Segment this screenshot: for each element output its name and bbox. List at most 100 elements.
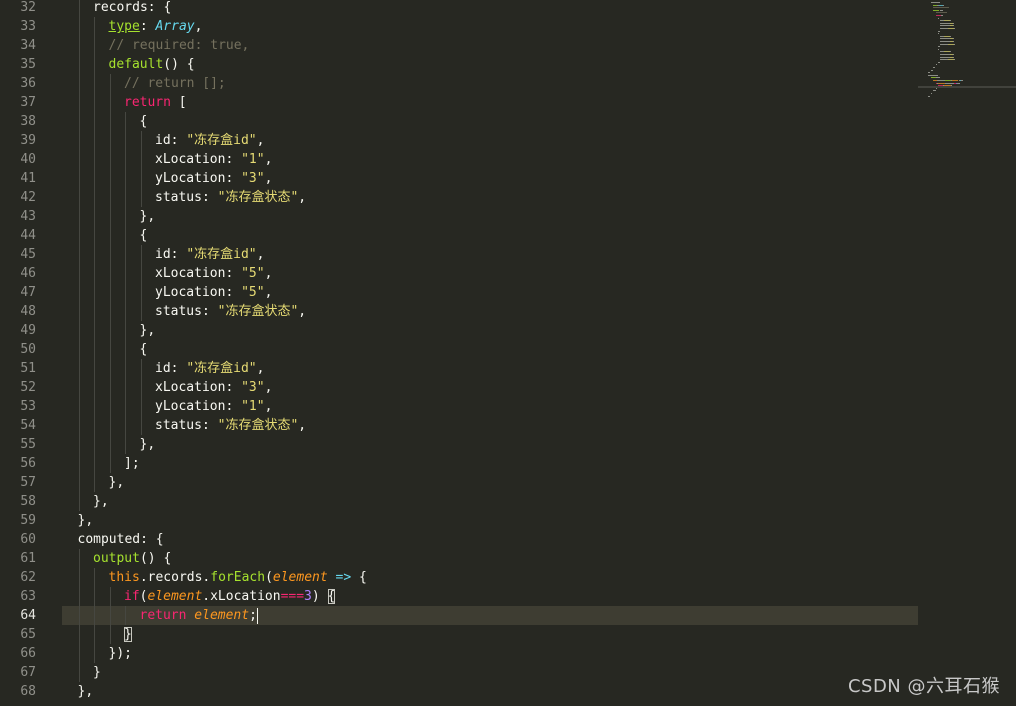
indent-guide xyxy=(125,397,126,416)
code-line[interactable]: yLocation: "5", xyxy=(62,283,918,302)
code-line[interactable]: { xyxy=(62,112,918,131)
indent-guide xyxy=(125,245,126,264)
minimap-stroke xyxy=(928,95,931,97)
code-line[interactable]: } xyxy=(62,625,918,644)
code-token: ( xyxy=(265,570,273,585)
minimap[interactable] xyxy=(918,0,1016,706)
code-line[interactable]: }, xyxy=(62,492,918,511)
line-number: 66 xyxy=(20,646,36,661)
code-token: , xyxy=(194,19,203,34)
code-line[interactable]: }, xyxy=(62,207,918,226)
line-number: 55 xyxy=(20,437,36,452)
code-line-content: }, xyxy=(78,511,94,530)
code-line[interactable]: status: "冻存盒状态", xyxy=(62,188,918,207)
code-token: "1" xyxy=(241,399,265,414)
code-line[interactable]: if(element.xLocation===3) { xyxy=(62,587,918,606)
indent-guide xyxy=(140,188,142,207)
indent-guide xyxy=(94,283,95,302)
code-line[interactable]: }, xyxy=(62,682,918,701)
indent-guide xyxy=(78,549,80,568)
code-line-content: } xyxy=(124,625,132,644)
code-line[interactable]: // return []; xyxy=(62,74,918,93)
code-line[interactable]: id: "冻存盒id", xyxy=(62,131,918,150)
line-number: 54 xyxy=(20,418,36,433)
line-number: 63 xyxy=(20,589,36,604)
code-token: "冻存盒状态" xyxy=(217,190,299,205)
minimap-viewport[interactable] xyxy=(918,86,1016,88)
code-line[interactable]: // required: true, xyxy=(62,36,918,55)
indent-guide xyxy=(78,0,80,17)
indent-guide xyxy=(94,226,95,245)
code-line-content: }, xyxy=(140,321,156,340)
code-line[interactable]: id: "冻存盒id", xyxy=(62,245,918,264)
code-line[interactable]: type: Array, xyxy=(62,17,918,36)
code-line-content: // required: true, xyxy=(109,36,250,55)
watermark-text: CSDN @六耳石猴 xyxy=(847,676,1000,697)
indent-guide xyxy=(125,226,126,245)
indent-guide xyxy=(109,625,111,644)
code-token: "5" xyxy=(241,285,265,300)
code-line[interactable]: output() { xyxy=(62,549,918,568)
code-line[interactable]: xLocation: "1", xyxy=(62,150,918,169)
code-line[interactable]: records: { xyxy=(62,0,918,17)
code-line[interactable]: ]; xyxy=(62,454,918,473)
code-token: ; xyxy=(249,608,257,623)
indent-guide xyxy=(109,587,111,606)
code-line[interactable]: } xyxy=(62,663,918,682)
indent-guide xyxy=(109,131,111,150)
code-line[interactable]: { xyxy=(62,226,918,245)
code-token: // required: true, xyxy=(108,38,250,53)
indent-guide xyxy=(109,283,111,302)
code-line-content: { xyxy=(140,340,148,359)
indent-guide xyxy=(94,568,95,587)
code-token: }); xyxy=(108,646,132,661)
line-number-gutter: 32 33 34 35 36 37 38 39 40 41 42 43 44 45 46 47 48 49 50 51… xyxy=(0,0,62,706)
code-line[interactable]: }, xyxy=(62,435,918,454)
code-line[interactable]: default() { xyxy=(62,55,918,74)
code-line[interactable]: }, xyxy=(62,473,918,492)
indent-guide xyxy=(94,74,95,93)
code-line[interactable]: yLocation: "3", xyxy=(62,169,918,188)
code-token: }, xyxy=(139,437,156,452)
code-line[interactable]: xLocation: "5", xyxy=(62,264,918,283)
code-editor[interactable]: 32 33 34 35 36 37 38 39 40 41 42 43 44 45 46 47 48 49 50 51… xyxy=(0,0,1016,706)
code-line[interactable]: status: "冻存盒状态", xyxy=(62,302,918,321)
code-line[interactable]: return [ xyxy=(62,93,918,112)
indent-guide xyxy=(109,454,111,473)
minimap-stroke xyxy=(950,51,952,53)
code-line-content: }, xyxy=(140,207,156,226)
code-line[interactable]: }); xyxy=(62,644,918,663)
line-number: 32 xyxy=(20,0,36,15)
code-line[interactable]: yLocation: "1", xyxy=(62,397,918,416)
indent-guide xyxy=(125,359,126,378)
code-token: status: xyxy=(155,190,218,205)
indent-guide xyxy=(78,264,80,283)
indent-guide xyxy=(140,169,142,188)
code-token: "冻存盒状态" xyxy=(217,304,299,319)
line-number: 45 xyxy=(20,247,36,262)
code-area[interactable]: records: {type: Array, // required: true,… xyxy=(62,0,918,706)
minimap-stroke xyxy=(940,41,951,42)
code-line[interactable]: status: "冻存盒状态", xyxy=(62,416,918,435)
code-token: ) xyxy=(311,589,328,604)
code-line[interactable]: { xyxy=(62,340,918,359)
indent-guide xyxy=(94,454,95,473)
code-line[interactable]: }, xyxy=(62,321,918,340)
indent-guide xyxy=(78,359,80,378)
code-token: id: xyxy=(155,247,187,262)
indent-guide xyxy=(94,207,95,226)
indent-guide xyxy=(94,17,95,36)
code-line[interactable]: this.records.forEach(element => { xyxy=(62,568,918,587)
minimap-stroke xyxy=(935,64,938,66)
code-token: "冻存盒id" xyxy=(186,361,257,376)
code-line[interactable]: computed: { xyxy=(62,530,918,549)
code-line[interactable]: }, xyxy=(62,511,918,530)
code-line-content: status: "冻存盒状态", xyxy=(155,188,306,207)
active-code-line[interactable]: return element; xyxy=(62,606,918,625)
line-number: 64 xyxy=(20,608,36,623)
code-token: , xyxy=(298,304,307,319)
code-line[interactable]: id: "冻存盒id", xyxy=(62,359,918,378)
indent-guide xyxy=(109,264,111,283)
indent-guide xyxy=(140,150,142,169)
code-line[interactable]: xLocation: "3", xyxy=(62,378,918,397)
